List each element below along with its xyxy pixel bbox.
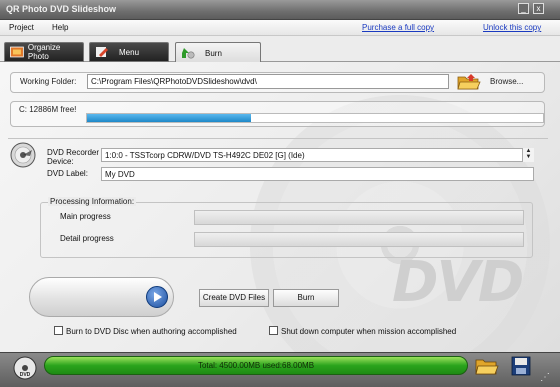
photo-icon [10,46,24,58]
shutdown-checkbox[interactable] [269,326,278,335]
tab-menu[interactable]: Menu [89,42,169,62]
unlock-link[interactable]: Unlock this copy [483,23,541,32]
recorder-spin-arrows-icon[interactable]: ▲ ▼ [522,148,534,162]
recorder-label: DVD Recorder Device: [47,148,100,166]
dvd-drive-icon [10,142,36,168]
dvd-label-label: DVD Label: [47,169,88,178]
tab-burn[interactable]: Burn [175,42,261,63]
menu-edit-icon [96,47,108,57]
tab-label: Burn [205,48,222,58]
burn-on-author-label: Burn to DVD Disc when authoring accompli… [66,327,237,336]
burn-on-author-checkbox[interactable] [54,326,63,335]
play-triangle-icon [154,292,162,302]
shutdown-label: Shut down computer when mission accompli… [281,327,457,336]
dvd-watermark: DVD [392,250,524,315]
close-button[interactable]: x [533,3,544,14]
tab-organize-photo[interactable]: Organize Photo [4,42,84,62]
dvd-label-input[interactable] [101,167,534,181]
free-space-bar [86,113,544,123]
browse-button[interactable]: Browse... [490,77,523,86]
dvd-disc-icon: DVD [13,356,37,380]
menu-project[interactable]: Project [9,23,34,32]
open-folder-icon[interactable] [475,356,499,376]
detail-progress-bar [194,232,524,247]
burn-button[interactable]: Burn [273,289,339,307]
detail-progress-label: Detail progress [60,234,114,243]
main-progress-label: Main progress [60,212,111,221]
working-folder-label: Working Folder: [20,77,77,86]
menu-help[interactable]: Help [52,23,68,32]
burn-arrow-icon [182,48,195,59]
minimize-button[interactable]: _ [518,3,529,14]
menu-bar: Project Help Purchase a full copy Unlock… [0,20,560,36]
resize-grip-icon[interactable]: ⋰ [540,372,550,383]
working-folder-input[interactable] [87,74,449,89]
tab-strip: Organize Photo Menu Burn [0,36,560,63]
processing-title: Processing Information: [48,197,137,206]
free-space-label: C: 12886M free! [19,105,77,114]
disc-usage-text: Total: 4500.00MB used:68.00MB [197,361,315,370]
recorder-select[interactable]: 1:0:0 - TSSTcorp CDRW/DVD TS-H492C DE02 … [101,148,534,162]
folder-open-icon[interactable] [457,73,481,91]
tab-label: Organize Photo [27,43,61,61]
divider [8,138,548,139]
title-bar: QR Photo DVD Slideshow _ x [0,0,560,20]
free-space-fill [87,114,252,122]
purchase-link[interactable]: Purchase a full copy [362,23,434,32]
tab-label: Menu [119,47,140,57]
svg-text:DVD: DVD [20,372,31,378]
create-dvd-files-button[interactable]: Create DVD Files [199,289,269,307]
window-title: QR Photo DVD Slideshow [6,4,117,14]
save-icon[interactable] [511,356,531,376]
main-progress-bar [194,210,524,225]
